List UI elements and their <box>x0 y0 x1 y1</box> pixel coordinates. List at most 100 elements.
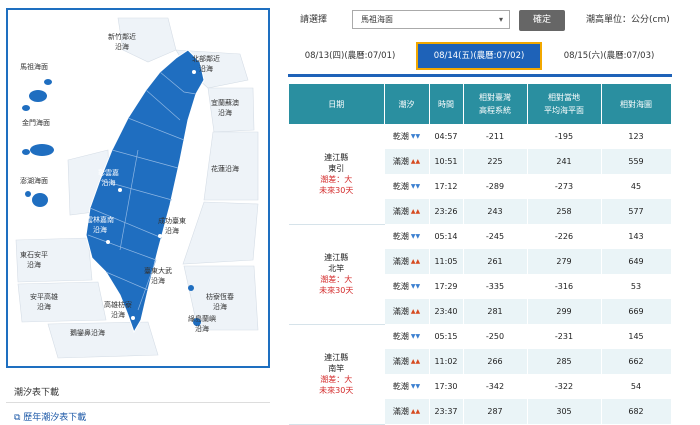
zone-sub: 沿海 <box>195 325 209 333</box>
table-row: 連江縣 北竿 潮差：大 未來30天 乾潮 ▼▼ 05:14 -245 -226 143 <box>289 224 672 325</box>
kinmen-island[interactable] <box>22 149 30 155</box>
tide-type: 乾潮 <box>392 332 409 341</box>
msl-cell: 299 <box>527 299 602 324</box>
table-header-row: 日期 潮汐 時間 相對臺灣 高程系統 相對當地 平均海平面 相對海圖 <box>289 84 672 124</box>
zone-label-north[interactable]: 北部鄰近 沿海 <box>192 54 220 74</box>
zone-label-hengchun[interactable]: 枋寮恆春 沿海 <box>206 292 234 312</box>
zone-name: 新竹鄰近 <box>108 33 136 41</box>
matsu-island[interactable] <box>29 90 47 102</box>
tide-type: 乾潮 <box>392 282 409 291</box>
zone-sub: 沿海 <box>37 303 51 311</box>
twvd-cell: 261 <box>463 249 528 274</box>
chart-cell: 662 <box>601 349 672 374</box>
header-time: 時間 <box>429 84 464 124</box>
msl-cell: 305 <box>527 399 602 424</box>
tab-date-0813[interactable]: 08/13(四)(農曆:07/01) <box>292 42 408 70</box>
zone-label-dongshi[interactable]: 東石安平 沿海 <box>20 250 48 270</box>
tab-date-0814[interactable]: 08/14(五)(農曆:07/02) <box>416 42 542 70</box>
station-cell: 連江縣 南竿 潮差：大 未來30天 <box>289 324 385 425</box>
twvd-cell: 287 <box>463 399 528 424</box>
high-tide-icon: ▲▲ <box>410 308 421 315</box>
matsu-island[interactable] <box>44 79 52 85</box>
select-label: 請選擇 <box>300 15 328 25</box>
time-cell: 04:57 <box>429 124 464 149</box>
zone-name: 高雄枋寮 <box>104 301 132 309</box>
zone-label-yilan[interactable]: 宜蘭蘇澳 沿海 <box>211 98 239 118</box>
chart-cell: 577 <box>601 199 672 224</box>
twvd-cell: -289 <box>463 174 528 199</box>
map-panel: 新竹鄰近 沿海 馬祖海面 北部鄰近 沿海 宜蘭蘇澳 沿海 金門海面 彰雲嘉 沿海 花蓮沿… <box>6 8 270 368</box>
station-days: 未來30天 <box>319 286 354 295</box>
time-cell: 23:26 <box>429 199 464 224</box>
chart-cell: 559 <box>601 149 672 174</box>
zone-label-eluanbi[interactable]: 鵝鑾鼻沿海 <box>70 328 105 338</box>
zone-label-penghu[interactable]: 澎湖海面 <box>20 176 48 186</box>
unit-label: 潮高單位：公分(cm) <box>586 15 670 25</box>
zone-label-taitung[interactable]: 臺東大武 沿海 <box>144 266 172 286</box>
download-link-label: 歷年潮汐表下載 <box>23 413 87 423</box>
station-cell: 連江縣 北竿 潮差：大 未來30天 <box>289 224 385 325</box>
zone-label-chenggong[interactable]: 成功臺東 沿海 <box>158 216 186 236</box>
tide-type: 滿潮 <box>392 257 409 266</box>
divider <box>6 402 270 403</box>
tab-date-0815[interactable]: 08/15(六)(農曆:07/03) <box>550 42 668 70</box>
header-chart: 相對海圖 <box>601 84 672 124</box>
zone-label-hsinchu[interactable]: 新竹鄰近 沿海 <box>108 32 136 52</box>
penghu-island[interactable] <box>25 191 31 197</box>
zone-label-anping[interactable]: 安平高雄 沿海 <box>30 292 58 312</box>
tide-type: 滿潮 <box>392 207 409 216</box>
low-tide-icon: ▼▼ <box>410 233 421 240</box>
station-range: 潮差：大 <box>320 375 353 384</box>
station-days: 未來30天 <box>319 386 354 395</box>
station-select[interactable]: 馬祖海面 ▾ <box>352 10 510 29</box>
zone-name: 成功臺東 <box>158 217 186 225</box>
tide-type: 滿潮 <box>392 357 409 366</box>
chart-cell: 145 <box>601 324 672 349</box>
matsu-island[interactable] <box>22 105 30 111</box>
zone-sub: 沿海 <box>115 43 129 51</box>
msl-cell: 279 <box>527 249 602 274</box>
msl-cell: -273 <box>527 174 602 199</box>
tab-underline <box>288 74 672 77</box>
zone-label-kinmen[interactable]: 金門海面 <box>22 118 50 128</box>
time-cell: 11:02 <box>429 349 464 374</box>
zone-sub: 沿海 <box>165 227 179 235</box>
zone-label-zhangyunjia[interactable]: 彰雲嘉 沿海 <box>98 168 119 188</box>
tide-type: 滿潮 <box>392 157 409 166</box>
tide-type: 乾潮 <box>392 132 409 141</box>
station-county: 連江縣 <box>324 353 349 362</box>
zone-label-matsu[interactable]: 馬祖海面 <box>20 62 48 72</box>
station-select-value: 馬祖海面 <box>361 15 393 24</box>
zone-label-yunlin[interactable]: 雲林嘉南 沿海 <box>86 215 114 235</box>
station-county: 連江縣 <box>324 152 349 162</box>
msl-cell: 285 <box>527 349 602 374</box>
twvd-cell: -245 <box>463 224 528 249</box>
chart-cell: 53 <box>601 274 672 299</box>
zone-name: 雲林嘉南 <box>86 216 114 224</box>
download-link[interactable]: ⧉ 歷年潮汐表下載 <box>14 410 86 423</box>
chart-cell: 45 <box>601 174 672 199</box>
time-cell: 23:40 <box>429 299 464 324</box>
zone-label-ludao[interactable]: 綠島蘭嶼 沿海 <box>188 314 216 334</box>
zone-label-kaohsiung[interactable]: 高雄枋寮 沿海 <box>104 300 132 320</box>
zone-label-hualien[interactable]: 花蓮沿海 <box>211 164 239 174</box>
zone-sub: 沿海 <box>218 109 232 117</box>
station-county: 連江縣 <box>324 253 349 262</box>
zone-name: 宜蘭蘇澳 <box>211 99 239 107</box>
station-place: 北竿 <box>328 264 345 273</box>
sea-zone-shape[interactable] <box>182 201 259 265</box>
header-msl: 相對當地 平均海平面 <box>527 84 602 124</box>
tide-cell: 乾潮 ▼▼ <box>384 324 430 349</box>
time-cell: 17:29 <box>429 274 464 299</box>
zone-name: 東石安平 <box>20 251 48 259</box>
green-island[interactable] <box>188 285 194 291</box>
station-cell: 連江縣 東引 潮差：大 未來30天 <box>289 124 385 225</box>
tide-cell: 滿潮 ▲▲ <box>384 199 430 224</box>
confirm-button[interactable]: 確定 <box>519 10 565 31</box>
kinmen-island[interactable] <box>30 144 54 156</box>
zone-sub: 沿海 <box>213 303 227 311</box>
msl-cell: 258 <box>527 199 602 224</box>
penghu-island[interactable] <box>32 193 48 207</box>
table-row: 連江縣 東引 潮差：大 未來30天 乾潮 ▼▼ 04:57 -211 -195 123 <box>289 124 672 225</box>
header-tide: 潮汐 <box>384 84 430 124</box>
